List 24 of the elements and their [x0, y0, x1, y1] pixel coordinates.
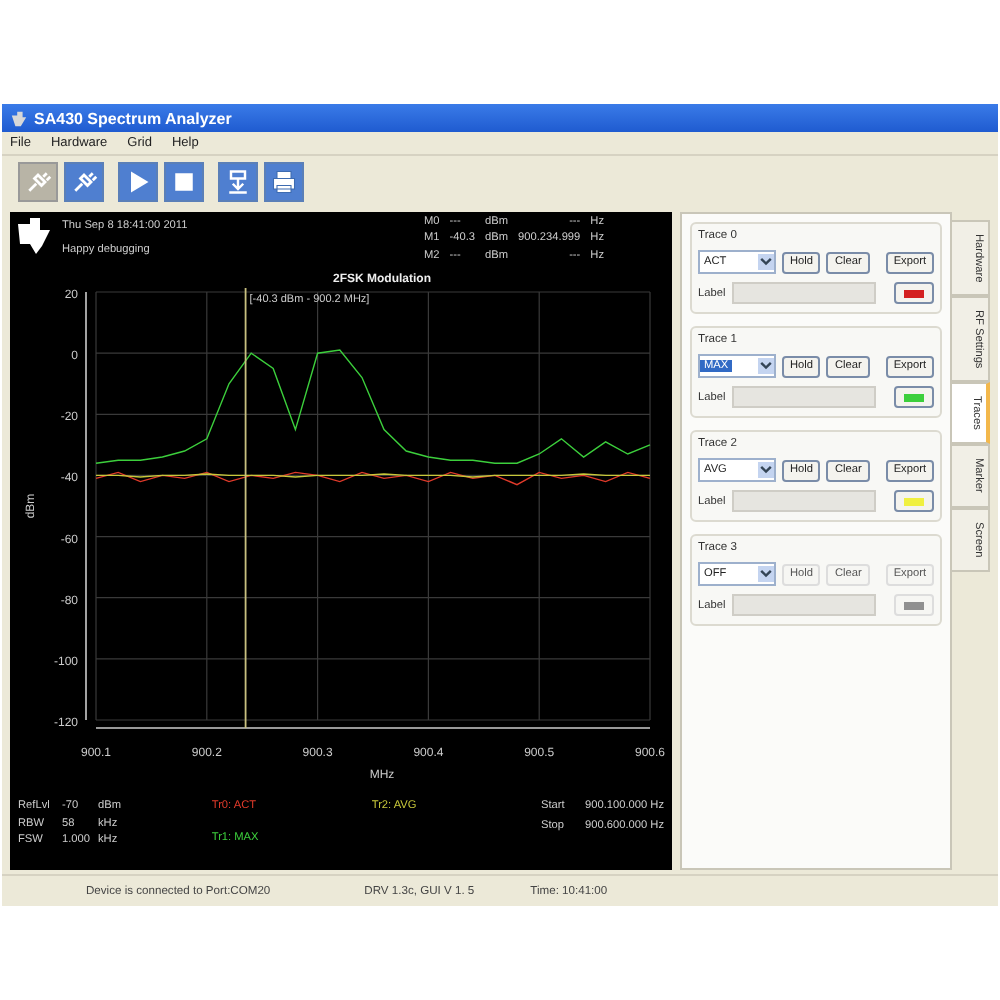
toolbar-button[interactable] [218, 162, 258, 202]
app-icon [10, 109, 28, 127]
label-field[interactable] [731, 490, 877, 512]
plug-icon [70, 168, 98, 196]
window-title: SA430 Spectrum Analyzer [34, 109, 232, 127]
label-field[interactable] [731, 386, 877, 408]
color-button[interactable] [894, 490, 934, 512]
toolbar-button[interactable] [64, 162, 104, 202]
printer-icon [270, 168, 298, 196]
caret-icon [757, 358, 774, 374]
toolbar-button[interactable] [118, 162, 158, 202]
label-field[interactable] [731, 282, 877, 304]
caret-icon [757, 566, 774, 582]
logo-icon [14, 216, 54, 256]
color-button[interactable] [894, 282, 934, 304]
label-field[interactable] [731, 594, 877, 616]
stop-icon [170, 168, 198, 196]
toolbar-button[interactable] [164, 162, 204, 202]
download-icon [224, 168, 252, 196]
color-button[interactable] [894, 386, 934, 408]
caret-icon [757, 462, 774, 478]
caret-icon [757, 254, 774, 270]
toolbar-button[interactable] [264, 162, 304, 202]
plug-icon [24, 168, 52, 196]
